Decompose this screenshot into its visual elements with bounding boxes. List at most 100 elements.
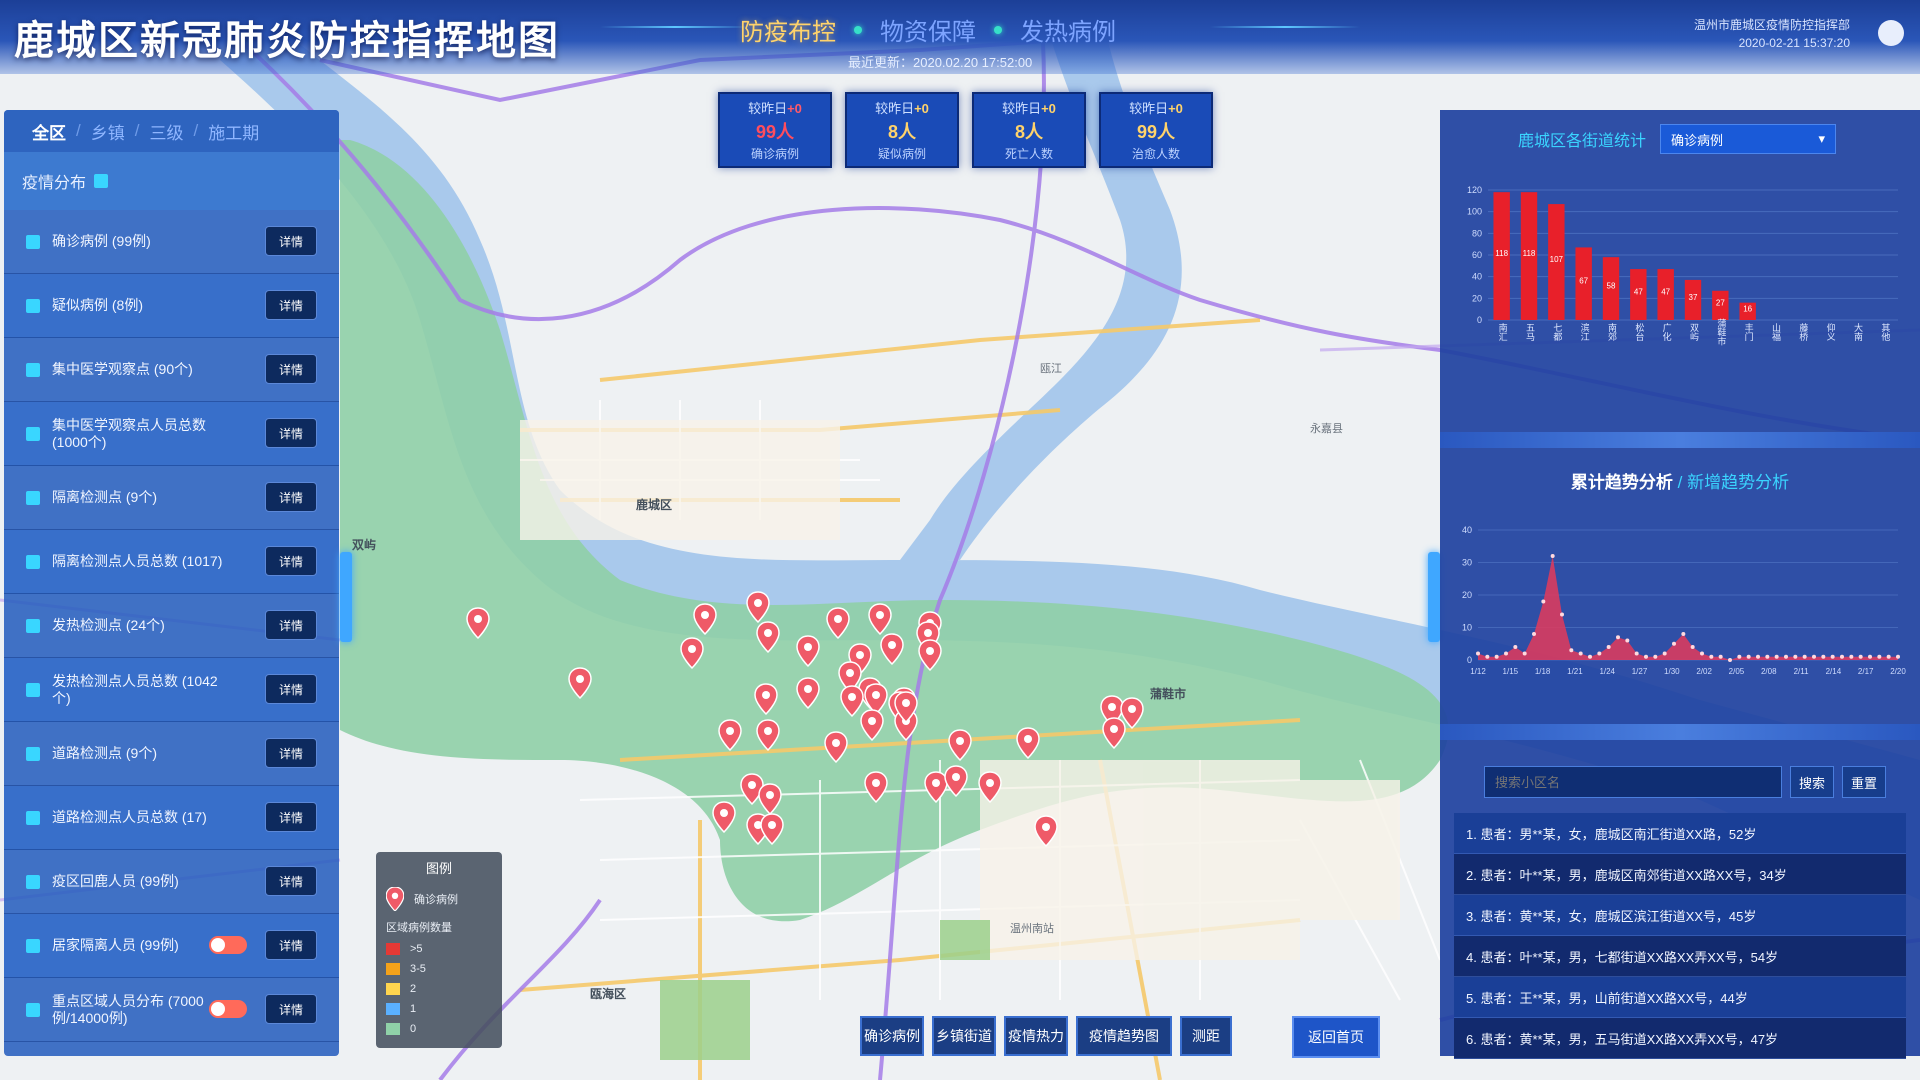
tab-new-trend[interactable]: 新增趋势分析 xyxy=(1687,473,1789,492)
layer-row[interactable]: 集中医学观察点人员总数 (1000个) 详情 xyxy=(4,402,339,466)
crumb-district[interactable]: 全区 xyxy=(32,119,66,144)
layer-row[interactable]: 确诊病例 (99例) 详情 xyxy=(4,210,339,274)
stat-card-confirmed[interactable]: 较昨日+0 99人 确诊病例 xyxy=(718,92,832,168)
trend-point[interactable] xyxy=(1597,651,1602,656)
layer-checkbox[interactable] xyxy=(26,490,40,505)
layer-checkbox[interactable] xyxy=(26,682,40,697)
case-list-item[interactable]: 2. 患者：叶**某，男，鹿城区南郊街道XX路XX号，34岁 xyxy=(1454,854,1906,895)
community-search-input[interactable] xyxy=(1484,766,1782,798)
layer-detail-button[interactable]: 详情 xyxy=(265,482,317,512)
trend-point[interactable] xyxy=(1560,612,1564,617)
case-list-item[interactable]: 1. 患者：男**某，女，鹿城区南汇街道XX路，52岁 xyxy=(1454,813,1906,854)
case-pin-icon[interactable] xyxy=(1034,815,1058,848)
layer-detail-button[interactable]: 详情 xyxy=(265,866,317,896)
case-list-item[interactable]: 5. 患者：王**某，男，山前街道XX路XX号，44岁 xyxy=(1454,977,1906,1018)
layer-row[interactable]: 隔离检测点 (9个) 详情 xyxy=(4,466,339,530)
tool-streets-button[interactable]: 乡镇街道 xyxy=(932,1016,996,1056)
trend-point[interactable] xyxy=(1606,645,1611,649)
case-pin-icon[interactable] xyxy=(568,667,592,700)
tool-trend-button[interactable]: 疫情趋势图 xyxy=(1076,1016,1172,1056)
trend-point[interactable] xyxy=(1504,651,1508,656)
trend-point[interactable] xyxy=(1681,632,1686,636)
trend-point[interactable] xyxy=(1644,654,1648,659)
case-pin-icon[interactable] xyxy=(826,607,850,640)
reset-button[interactable]: 重置 xyxy=(1842,766,1886,798)
trend-point[interactable] xyxy=(1802,654,1807,659)
layer-detail-button[interactable]: 详情 xyxy=(265,226,317,256)
layer-checkbox[interactable] xyxy=(26,1002,40,1017)
crumb-town[interactable]: 乡镇 xyxy=(91,119,125,144)
case-pin-icon[interactable] xyxy=(756,621,780,654)
tool-heatmap-button[interactable]: 疫情热力 xyxy=(1004,1016,1068,1056)
case-list-item[interactable]: 3. 患者：黄**某，女，鹿城区滨江街道XX号，45岁 xyxy=(1454,895,1906,936)
case-pin-icon[interactable] xyxy=(796,635,820,668)
case-pin-icon[interactable] xyxy=(756,719,780,752)
tool-measure-button[interactable]: 测距 xyxy=(1180,1016,1232,1056)
trend-point[interactable] xyxy=(1756,654,1760,659)
layer-checkbox[interactable] xyxy=(26,362,40,377)
trend-point[interactable] xyxy=(1494,654,1499,659)
case-pin-icon[interactable] xyxy=(864,771,888,804)
layer-toggle[interactable] xyxy=(209,936,247,954)
layer-detail-button[interactable]: 详情 xyxy=(265,802,317,832)
trend-point[interactable] xyxy=(1821,654,1826,659)
trend-point[interactable] xyxy=(1868,654,1872,659)
layer-checkbox[interactable] xyxy=(26,874,40,889)
stat-card-recovered[interactable]: 较昨日+0 99人 治愈人数 xyxy=(1099,92,1213,168)
nav-supplies[interactable]: 物资保障 xyxy=(880,12,976,47)
trend-point[interactable] xyxy=(1578,651,1583,656)
case-pin-icon[interactable] xyxy=(760,813,784,846)
trend-point[interactable] xyxy=(1858,654,1863,659)
layer-detail-button[interactable]: 详情 xyxy=(265,674,317,704)
case-pin-icon[interactable] xyxy=(864,683,888,716)
trend-point[interactable] xyxy=(1662,651,1667,656)
layer-detail-button[interactable]: 详情 xyxy=(265,930,317,960)
search-button[interactable]: 搜索 xyxy=(1790,766,1834,798)
trend-point[interactable] xyxy=(1700,651,1704,656)
trend-point[interactable] xyxy=(1616,635,1620,640)
metric-select[interactable]: 确诊病例 ▾ xyxy=(1660,124,1837,154)
case-pin-icon[interactable] xyxy=(712,801,736,834)
case-pin-icon[interactable] xyxy=(758,783,782,816)
layer-row[interactable]: 发热检测点 (24个) 详情 xyxy=(4,594,339,658)
case-pin-icon[interactable] xyxy=(824,731,848,764)
layer-checkbox[interactable] xyxy=(26,554,40,569)
trend-point[interactable] xyxy=(1485,654,1490,659)
case-pin-icon[interactable] xyxy=(718,719,742,752)
trend-point[interactable] xyxy=(1513,645,1518,649)
layer-checkbox[interactable] xyxy=(26,618,40,633)
crumb-level3[interactable]: 三级 xyxy=(149,119,183,144)
trend-point[interactable] xyxy=(1569,648,1574,653)
layer-row[interactable]: 集中医学观察点 (90个) 详情 xyxy=(4,338,339,402)
stat-card-suspected[interactable]: 较昨日+0 8人 疑似病例 xyxy=(845,92,959,168)
trend-point[interactable] xyxy=(1550,554,1555,558)
layer-toggle[interactable] xyxy=(209,1000,247,1018)
layer-detail-button[interactable]: 详情 xyxy=(265,418,317,448)
trend-point[interactable] xyxy=(1886,654,1891,659)
case-pin-icon[interactable] xyxy=(1016,727,1040,760)
layer-checkbox[interactable] xyxy=(26,810,40,825)
case-pin-icon[interactable] xyxy=(978,771,1002,804)
left-panel-collapse-handle[interactable] xyxy=(340,552,352,642)
trend-point[interactable] xyxy=(1634,651,1639,656)
layer-checkbox[interactable] xyxy=(26,298,40,313)
case-pin-icon[interactable] xyxy=(693,603,717,636)
layer-detail-button[interactable]: 详情 xyxy=(265,610,317,640)
trend-point[interactable] xyxy=(1672,641,1676,646)
trend-point[interactable] xyxy=(1793,654,1798,659)
nav-fever-cases[interactable]: 发热病例 xyxy=(1020,12,1116,47)
trend-point[interactable] xyxy=(1709,654,1714,659)
layer-row[interactable]: 疑似病例 (8例) 详情 xyxy=(4,274,339,338)
trend-point[interactable] xyxy=(1830,654,1835,659)
trend-point[interactable] xyxy=(1849,654,1854,659)
return-home-button[interactable]: 返回首页 xyxy=(1292,1016,1380,1058)
trend-point[interactable] xyxy=(1812,654,1816,659)
case-pin-icon[interactable] xyxy=(680,637,704,670)
tab-cumulative-trend[interactable]: 累计趋势分析 xyxy=(1571,473,1673,492)
section-header[interactable]: 疫情分布 xyxy=(4,152,339,210)
trend-point[interactable] xyxy=(1746,654,1751,659)
layer-checkbox[interactable] xyxy=(26,746,40,761)
trend-point[interactable] xyxy=(1532,632,1536,636)
trend-point[interactable] xyxy=(1690,645,1695,649)
trend-point[interactable] xyxy=(1840,654,1844,659)
